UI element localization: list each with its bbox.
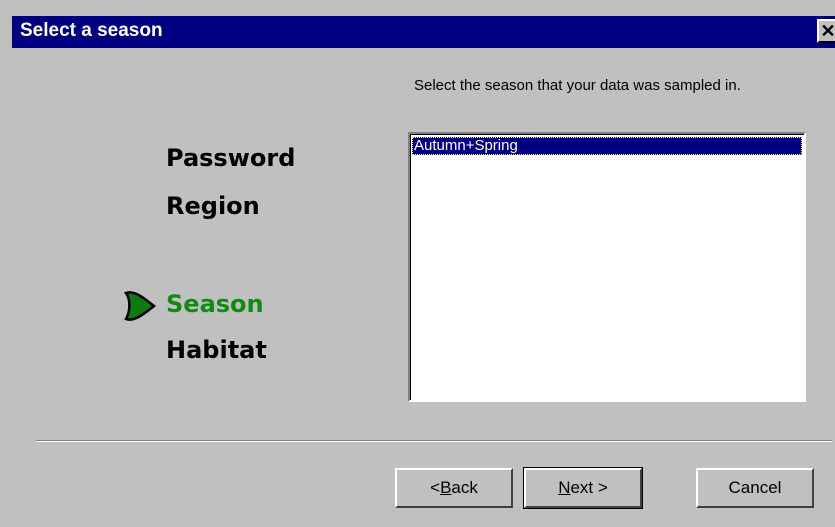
step-season: Season [166, 290, 264, 318]
step-password: Password [166, 144, 296, 172]
back-label-rest: ack [451, 478, 478, 497]
next-label-rest: ext > [570, 478, 608, 497]
close-icon: ✕ [820, 21, 835, 41]
dialog-body: Password Region Season Habitat Select th… [12, 48, 835, 527]
season-listbox[interactable]: Autumn+Spring [408, 132, 806, 402]
title-bar[interactable]: Select a season ✕ [12, 16, 835, 48]
back-button[interactable]: < Back [395, 468, 513, 508]
next-button[interactable]: Next > [523, 467, 643, 509]
back-mnemonic: B [440, 478, 452, 497]
list-item-autumn-spring[interactable]: Autumn+Spring [412, 137, 802, 155]
dialog-window: Select a season ✕ Password Region Season… [0, 0, 835, 527]
step-habitat: Habitat [166, 336, 267, 364]
instruction-text: Select the season that your data was sam… [414, 77, 741, 94]
back-label-prefix: < [430, 478, 441, 497]
close-button[interactable]: ✕ [817, 19, 835, 43]
window-title: Select a season [20, 20, 163, 41]
step-region: Region [166, 192, 260, 220]
arrow-pointer-icon [124, 291, 157, 321]
next-mnemonic: N [558, 478, 571, 497]
divider [36, 440, 832, 442]
cancel-label: Cancel [728, 478, 782, 497]
listbox-inner: Autumn+Spring [410, 134, 804, 400]
cancel-button[interactable]: Cancel [696, 468, 814, 508]
